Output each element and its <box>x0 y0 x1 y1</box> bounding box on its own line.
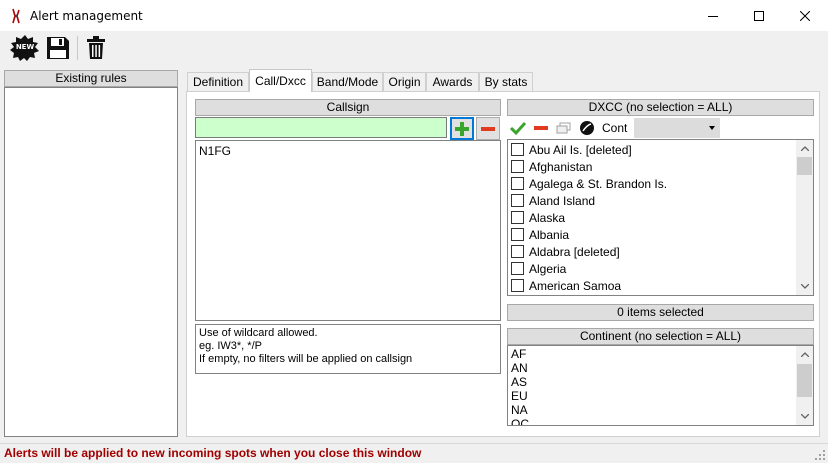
copy-button[interactable] <box>555 119 573 137</box>
dxcc-item-label: Agalega & St. Brandon Is. <box>529 176 668 191</box>
close-icon <box>800 10 810 21</box>
window-title: Alert management <box>30 9 143 23</box>
tab-awards[interactable]: Awards <box>426 72 479 91</box>
dxcc-list-item[interactable]: Afghanistan <box>511 158 592 175</box>
dxcc-toolbar: Cont <box>507 117 814 139</box>
copy-windows-icon <box>556 122 571 134</box>
checkbox[interactable] <box>511 228 524 241</box>
status-bar: Alerts will be applied to new incoming s… <box>0 443 828 463</box>
app-icon <box>12 8 20 24</box>
resize-grip-icon[interactable] <box>814 449 826 461</box>
cont-label: Cont <box>602 121 628 135</box>
hint-line: If empty, no filters will be applied on … <box>199 353 413 365</box>
dxcc-list[interactable]: Abu Ail Is. [deleted] Afghanistan Agaleg… <box>507 139 814 296</box>
continent-list-item[interactable]: OC <box>511 417 529 425</box>
dxcc-item-label: Afghanistan <box>529 159 593 174</box>
toolbar: NEW <box>0 31 828 65</box>
new-label: NEW <box>15 43 35 51</box>
existing-rules-list[interactable] <box>4 87 178 437</box>
continent-list-item[interactable]: NA <box>511 403 528 417</box>
tab-call-dxcc[interactable]: Call/Dxcc <box>249 69 312 92</box>
checkbox[interactable] <box>511 279 524 292</box>
continent-scrollbar[interactable] <box>796 346 813 425</box>
callsign-list-item[interactable]: N1FG <box>199 144 231 158</box>
tab-origin[interactable]: Origin <box>383 72 426 91</box>
checkbox[interactable] <box>511 262 524 275</box>
plus-icon <box>455 121 469 136</box>
checkmark-icon <box>509 121 527 136</box>
deselect-all-button[interactable] <box>532 119 550 137</box>
callsign-header: Callsign <box>195 99 501 116</box>
add-callsign-button[interactable] <box>450 117 474 140</box>
checkbox[interactable] <box>511 245 524 258</box>
dxcc-list-item[interactable]: Albania <box>511 226 569 243</box>
continent-list-item[interactable]: EU <box>511 389 528 403</box>
tab-by-stats[interactable]: By stats <box>479 72 533 91</box>
maximize-icon <box>754 10 764 21</box>
chevron-down-icon <box>709 126 715 130</box>
callsign-input[interactable] <box>195 117 447 138</box>
scroll-down-icon[interactable] <box>796 408 813 425</box>
dxcc-list-item[interactable]: Aland Island <box>511 192 595 209</box>
save-button[interactable] <box>45 34 71 62</box>
tab-band-mode[interactable]: Band/Mode <box>312 72 383 91</box>
checkbox[interactable] <box>511 160 524 173</box>
delete-button[interactable] <box>84 34 108 62</box>
scroll-up-icon[interactable] <box>796 346 813 363</box>
trash-icon <box>87 36 105 59</box>
callsign-list[interactable]: N1FG <box>195 140 501 321</box>
close-button[interactable] <box>782 0 828 31</box>
dxcc-item-label: Albania <box>529 227 570 242</box>
checkbox[interactable] <box>511 211 524 224</box>
continent-combobox[interactable] <box>634 118 720 138</box>
scroll-thumb[interactable] <box>797 157 812 175</box>
scroll-thumb[interactable] <box>797 364 812 397</box>
dxcc-list-item[interactable]: Algeria <box>511 260 566 277</box>
dxcc-item-label: Aland Island <box>529 193 596 208</box>
checkbox[interactable] <box>511 143 524 156</box>
dxcc-list-item[interactable]: Agalega & St. Brandon Is. <box>511 175 667 192</box>
title-bar: Alert management <box>0 0 828 31</box>
dxcc-header: DXCC (no selection = ALL) <box>507 99 814 116</box>
scroll-down-icon[interactable] <box>796 278 813 295</box>
dxcc-list-item[interactable]: American Samoa <box>511 277 621 294</box>
checkbox[interactable] <box>511 194 524 207</box>
maximize-button[interactable] <box>736 0 782 31</box>
tab-definition[interactable]: Definition <box>187 72 249 91</box>
dxcc-scrollbar[interactable] <box>796 140 813 295</box>
status-message: Alerts will be applied to new incoming s… <box>4 446 422 460</box>
dxcc-list-item[interactable]: Alaska <box>511 209 565 226</box>
save-icon <box>47 37 69 59</box>
continent-list-item[interactable]: AS <box>511 375 527 389</box>
continent-header: Continent (no selection = ALL) <box>507 328 814 345</box>
dxcc-item-label: American Samoa <box>529 278 622 293</box>
checkbox[interactable] <box>511 177 524 190</box>
selected-count: 0 items selected <box>507 304 814 321</box>
continent-list-item[interactable]: AN <box>511 361 528 375</box>
callsign-hint: Use of wildcard allowed. eg. IW3*, */P I… <box>195 324 501 374</box>
new-rule-button[interactable]: NEW <box>10 34 40 62</box>
dxcc-list-item[interactable]: Abu Ail Is. [deleted] <box>511 141 632 158</box>
continent-list-item[interactable]: AF <box>511 347 526 361</box>
hint-line: Use of wildcard allowed. <box>199 327 318 339</box>
select-all-button[interactable] <box>509 119 527 137</box>
dxcc-list-item[interactable]: Aldabra [deleted] <box>511 243 620 260</box>
remove-callsign-button[interactable] <box>476 117 500 140</box>
existing-rules-header: Existing rules <box>4 70 178 87</box>
toolbar-separator <box>77 36 78 60</box>
minimize-icon <box>708 15 718 17</box>
dxcc-item-label: Abu Ail Is. [deleted] <box>529 142 632 157</box>
dxcc-item-label: Aldabra [deleted] <box>529 244 620 259</box>
dxcc-item-label: Alaska <box>529 210 566 225</box>
globe-icon <box>580 121 594 135</box>
scroll-up-icon[interactable] <box>796 140 813 157</box>
minimize-button[interactable] <box>690 0 736 31</box>
hint-line: eg. IW3*, */P <box>199 340 262 352</box>
continent-list[interactable]: AF AN AS EU NA OC <box>507 345 814 426</box>
minus-icon <box>534 126 548 130</box>
continent-filter-button[interactable] <box>578 119 596 137</box>
dxcc-item-label: Algeria <box>529 261 567 276</box>
minus-icon <box>481 126 495 131</box>
